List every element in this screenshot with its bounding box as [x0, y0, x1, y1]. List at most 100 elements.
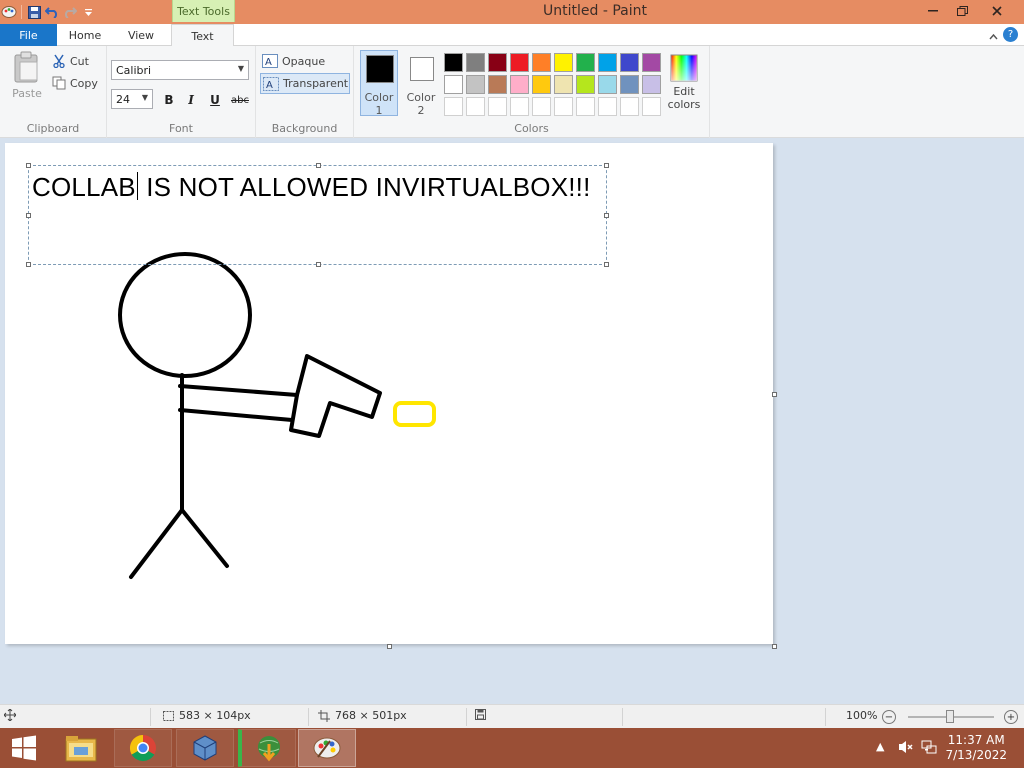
copy-icon [52, 76, 66, 90]
palette-color-swatch[interactable] [444, 53, 463, 72]
undo-icon[interactable] [43, 3, 61, 21]
taskbar-clock[interactable]: 11:37 AM 7/13/2022 [945, 733, 1007, 763]
plus-icon: + [1006, 711, 1016, 723]
palette-color-swatch[interactable] [598, 53, 617, 72]
palette-color-swatch[interactable] [554, 75, 573, 94]
clipboard-group-label: Clipboard [26, 122, 80, 135]
text-caret [136, 172, 138, 200]
opaque-button[interactable]: A Opaque [262, 54, 325, 68]
custom-color-slot[interactable] [532, 97, 551, 116]
bold-button[interactable]: B [159, 90, 179, 110]
show-hidden-icons[interactable]: ▲ [876, 740, 884, 753]
taskbar-download-manager[interactable] [238, 729, 296, 767]
text-box-handle[interactable] [26, 213, 31, 218]
text-box-handle[interactable] [604, 262, 609, 267]
palette-color-swatch[interactable] [510, 75, 529, 94]
customize-qat-icon[interactable] [79, 3, 97, 21]
palette-color-swatch[interactable] [532, 53, 551, 72]
palette-color-swatch[interactable] [488, 75, 507, 94]
paint-app-icon[interactable] [0, 3, 18, 21]
svg-text:A: A [266, 80, 273, 91]
palette-color-swatch[interactable] [598, 75, 617, 94]
text-box-handle[interactable] [26, 262, 31, 267]
paste-label: Paste [12, 87, 42, 100]
palette-color-swatch[interactable] [444, 75, 463, 94]
taskbar-file-explorer[interactable] [54, 728, 108, 768]
start-button[interactable] [0, 728, 48, 768]
palette-color-swatch[interactable] [554, 53, 573, 72]
canvas-size-value: 768 × 501px [335, 709, 407, 722]
palette-color-swatch[interactable] [620, 75, 639, 94]
font-size-select[interactable]: 24 ▼ [111, 89, 153, 109]
text-box-handle[interactable] [26, 163, 31, 168]
italic-button[interactable]: I [181, 90, 201, 110]
custom-color-slot[interactable] [466, 97, 485, 116]
background-group: A Opaque A Transparent Background [256, 46, 354, 138]
underline-button[interactable]: U [205, 90, 225, 110]
tab-file[interactable]: File [0, 24, 57, 46]
palette-color-swatch[interactable] [466, 75, 485, 94]
color-spectrum-icon [670, 54, 698, 82]
custom-color-slot[interactable] [576, 97, 595, 116]
palette-color-swatch[interactable] [620, 53, 639, 72]
color-1-button[interactable]: Color 1 [360, 50, 398, 117]
custom-color-slot[interactable] [554, 97, 573, 116]
colors-group: Color 1 Color 2 Edit colors Colors [354, 46, 710, 138]
text-box-handle[interactable] [316, 163, 321, 168]
restore-button[interactable] [945, 0, 979, 22]
copy-button[interactable]: Copy [52, 76, 98, 90]
cut-label: Cut [70, 54, 89, 68]
custom-color-slot[interactable] [510, 97, 529, 116]
taskbar-paint[interactable] [298, 729, 356, 767]
close-button[interactable] [980, 0, 1014, 22]
canvas-resize-handle-bottom[interactable] [387, 644, 392, 649]
custom-color-slot[interactable] [620, 97, 639, 116]
tab-view[interactable]: View [113, 24, 169, 46]
zoom-out-button[interactable]: − [882, 710, 896, 724]
taskbar-chrome[interactable] [114, 729, 172, 767]
strikethrough-button[interactable]: abc [228, 90, 252, 110]
color-2-label: Color 2 [406, 91, 436, 117]
clock-date: 7/13/2022 [945, 748, 1007, 762]
palette-color-swatch[interactable] [576, 53, 595, 72]
tab-home[interactable]: Home [57, 24, 113, 46]
paste-button[interactable]: Paste [8, 51, 46, 107]
custom-color-slot[interactable] [444, 97, 463, 116]
minimize-ribbon-icon[interactable] [989, 30, 998, 43]
tab-text[interactable]: Text [171, 24, 234, 47]
palette-color-swatch[interactable] [488, 53, 507, 72]
svg-text:A: A [265, 57, 272, 68]
canvas-text[interactable]: COLLAB IS NOT ALLOWED INVIRTUALBOX!!! [32, 172, 591, 203]
save-icon[interactable] [25, 3, 43, 21]
canvas-resize-handle-corner[interactable] [772, 644, 777, 649]
speaker-muted-icon[interactable] [898, 739, 914, 758]
text-box-handle[interactable] [604, 163, 609, 168]
custom-color-slot[interactable] [488, 97, 507, 116]
custom-color-slot[interactable] [598, 97, 617, 116]
paste-icon [14, 51, 38, 83]
palette-color-swatch[interactable] [642, 53, 661, 72]
network-icon[interactable] [921, 739, 937, 758]
palette-color-swatch[interactable] [466, 53, 485, 72]
zoom-in-button[interactable]: + [1004, 710, 1018, 724]
edit-colors-button[interactable]: Edit colors [664, 54, 704, 111]
taskbar-virtualbox[interactable] [176, 729, 234, 767]
color-2-button[interactable]: Color 2 [402, 50, 440, 117]
text-box-handle[interactable] [604, 213, 609, 218]
minus-icon: − [884, 711, 894, 723]
palette-color-swatch[interactable] [510, 53, 529, 72]
canvas-resize-handle-right[interactable] [772, 392, 777, 397]
copy-label: Copy [70, 76, 98, 90]
help-icon[interactable]: ? [1003, 27, 1018, 42]
redo-icon[interactable] [61, 3, 79, 21]
palette-color-swatch[interactable] [642, 75, 661, 94]
zoom-slider-thumb[interactable] [946, 710, 954, 723]
transparent-button[interactable]: A Transparent [260, 73, 350, 94]
palette-color-swatch[interactable] [576, 75, 595, 94]
font-family-select[interactable]: Calibri ▼ [111, 60, 249, 80]
text-box-handle[interactable] [316, 262, 321, 267]
cut-button[interactable]: Cut [52, 54, 89, 68]
custom-color-slot[interactable] [642, 97, 661, 116]
palette-color-swatch[interactable] [532, 75, 551, 94]
canvas-size: 768 × 501px [318, 709, 407, 722]
